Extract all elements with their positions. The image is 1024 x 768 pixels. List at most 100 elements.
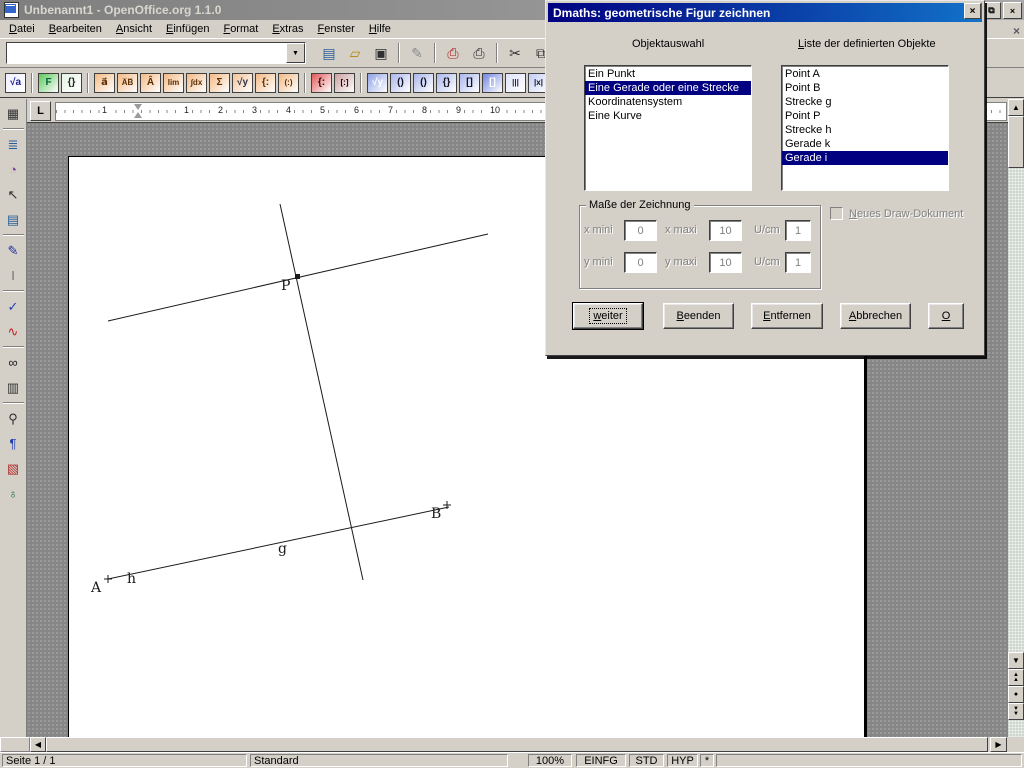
horizontal-scrollbar[interactable]: ◀ ▶: [0, 737, 1024, 752]
scroll-left-button[interactable]: ◀: [30, 737, 46, 752]
dialog-close-icon[interactable]: ×: [964, 3, 981, 19]
scroll-right-button[interactable]: ▶: [990, 737, 1007, 752]
dm-root-icon[interactable]: √y: [232, 73, 253, 93]
dm-paren-colon-icon[interactable]: (:): [278, 73, 299, 93]
open-icon[interactable]: ▱: [343, 42, 367, 64]
next-page-button[interactable]: ▼▼: [1008, 703, 1024, 720]
list-item-eine-gerade-oder-eine-strecke[interactable]: Eine Gerade oder eine Strecke: [585, 81, 751, 95]
modified-flag[interactable]: *: [700, 754, 714, 767]
dm-brackets-small-icon[interactable]: []: [459, 73, 480, 93]
insert-mode[interactable]: EINFG: [576, 754, 626, 767]
dm-parens-small-icon[interactable]: (): [390, 73, 411, 93]
dm-integral-icon[interactable]: ∫dx: [186, 73, 207, 93]
menu-datei[interactable]: Datei: [2, 21, 42, 37]
autotext-icon[interactable]: ✎: [2, 239, 25, 262]
dm-triple-bar-icon[interactable]: |||: [505, 73, 526, 93]
dm-bracket-colon-dark-icon[interactable]: [:]: [334, 73, 355, 93]
horizontal-scrollbar-thumb[interactable]: [46, 737, 988, 752]
vertical-scrollbar-track[interactable]: [1008, 99, 1024, 737]
hyperlink-mode[interactable]: HYP: [667, 754, 698, 767]
vertical-scrollbar-thumb[interactable]: [1008, 116, 1024, 168]
menu-einf-gen[interactable]: Einfügen: [159, 21, 216, 37]
indent-marker[interactable]: [134, 104, 143, 118]
previous-page-button[interactable]: ▲▲: [1008, 669, 1024, 686]
dm-function-green-icon[interactable]: F: [38, 73, 59, 93]
new-document-icon[interactable]: ▤: [317, 42, 341, 64]
online-layout-icon[interactable]: ♁: [2, 482, 25, 505]
line-i[interactable]: [280, 204, 363, 580]
url-dropdown-icon[interactable]: ▼: [286, 43, 305, 63]
abbrechen-button[interactable]: Abbrechen: [840, 303, 911, 329]
defined-objects-listbox[interactable]: Point APoint BStrecke gPoint PStrecke hG…: [781, 65, 949, 191]
find-replace-icon[interactable]: ∞: [2, 351, 25, 374]
ruler-number: 7: [386, 105, 395, 115]
dm-sqrt-icon[interactable]: √a: [5, 73, 26, 93]
save-icon[interactable]: ▣: [369, 42, 393, 64]
url-input[interactable]: [7, 43, 286, 63]
beenden-button[interactable]: Beenden: [663, 303, 734, 329]
page-style[interactable]: Standard: [250, 754, 508, 767]
ruler-number: 1: [182, 105, 191, 115]
dm-limit-icon[interactable]: lim: [163, 73, 184, 93]
menu-hilfe[interactable]: Hilfe: [362, 21, 398, 37]
direct-cursor-icon[interactable]: I: [2, 264, 25, 287]
autospellcheck-icon[interactable]: ∿: [2, 320, 25, 343]
list-item-strecke-h[interactable]: Strecke h: [782, 123, 948, 137]
selection-pointer-icon[interactable]: ↖: [2, 183, 25, 206]
weiter-button[interactable]: weiter: [573, 303, 643, 329]
dm-sum-icon[interactable]: Σ: [209, 73, 230, 93]
insert-icon[interactable]: ≣: [2, 133, 25, 156]
close-button[interactable]: ×: [1003, 2, 1022, 19]
dm-hat-icon[interactable]: Â: [140, 73, 161, 93]
list-item-gerade-i[interactable]: Gerade i: [782, 151, 948, 165]
insert-object-icon[interactable]: ◔: [2, 158, 25, 181]
print-icon[interactable]: ⎙: [467, 42, 491, 64]
scroll-up-button[interactable]: ▲: [1008, 99, 1024, 116]
menu-format[interactable]: Format: [216, 21, 265, 37]
list-item-eine-kurve[interactable]: Eine Kurve: [585, 109, 751, 123]
navigation-button[interactable]: ●: [1008, 686, 1024, 703]
menu-bearbeiten[interactable]: Bearbeiten: [42, 21, 109, 37]
scrollbar-corner: [0, 737, 30, 752]
menu-extras[interactable]: Extras: [265, 21, 310, 37]
list-item-point-a[interactable]: Point A: [782, 67, 948, 81]
insert-table-icon[interactable]: ▦: [2, 102, 25, 125]
dm-brace-colon-icon[interactable]: {:: [255, 73, 276, 93]
menu-fenster[interactable]: Fenster: [311, 21, 362, 37]
data-sources-icon[interactable]: ▥: [2, 376, 25, 399]
list-item-gerade-k[interactable]: Gerade k: [782, 137, 948, 151]
insert-frame-icon[interactable]: ▤: [2, 208, 25, 231]
list-item-point-p[interactable]: Point P: [782, 109, 948, 123]
page-indicator[interactable]: Seite 1 / 1: [2, 754, 247, 767]
dm-braces-green-icon[interactable]: {}: [61, 73, 82, 93]
list-item-point-b[interactable]: Point B: [782, 81, 948, 95]
zoom-icon[interactable]: ⚲: [2, 407, 25, 430]
object-listbox[interactable]: Ein PunktEine Gerade oder eine StreckeKo…: [584, 65, 752, 191]
close-document-icon[interactable]: ×: [1013, 24, 1020, 38]
cut-icon[interactable]: ✂: [503, 42, 527, 64]
circle-button[interactable]: O: [928, 303, 964, 329]
point-square-marker[interactable]: [295, 274, 300, 279]
spellcheck-icon[interactable]: ✓: [2, 295, 25, 318]
dm-braces-blue-icon[interactable]: {}: [436, 73, 457, 93]
graphics-toggle-icon[interactable]: ▧: [2, 457, 25, 480]
scroll-down-button[interactable]: ▼: [1008, 652, 1024, 669]
dm-vector-icon[interactable]: a⃗: [94, 73, 115, 93]
tab-type-selector[interactable]: L: [30, 101, 51, 121]
list-item-ein-punkt[interactable]: Ein Punkt: [585, 67, 751, 81]
print-file-direct-icon[interactable]: ⎙: [441, 42, 465, 64]
dm-brackets-blue-icon[interactable]: []: [482, 73, 503, 93]
dm-brace-colon-red-icon[interactable]: {:: [311, 73, 332, 93]
dm-overline-icon[interactable]: A̅B̅: [117, 73, 138, 93]
formatting-marks-icon[interactable]: ¶: [2, 432, 25, 455]
list-item-koordinatensystem[interactable]: Koordinatensystem: [585, 95, 751, 109]
dm-parens-icon[interactable]: (): [413, 73, 434, 93]
list-item-strecke-g[interactable]: Strecke g: [782, 95, 948, 109]
zoom-level[interactable]: 100%: [528, 754, 572, 767]
menu-ansicht[interactable]: Ansicht: [109, 21, 159, 37]
selection-mode[interactable]: STD: [629, 754, 664, 767]
dialog-title-bar[interactable]: Dmaths: geometrische Figur zeichnen: [548, 3, 982, 22]
edit-file-icon[interactable]: ✎: [405, 42, 429, 64]
entfernen-button[interactable]: Entfernen: [751, 303, 823, 329]
dm-root-blue-icon[interactable]: √y: [367, 73, 388, 93]
